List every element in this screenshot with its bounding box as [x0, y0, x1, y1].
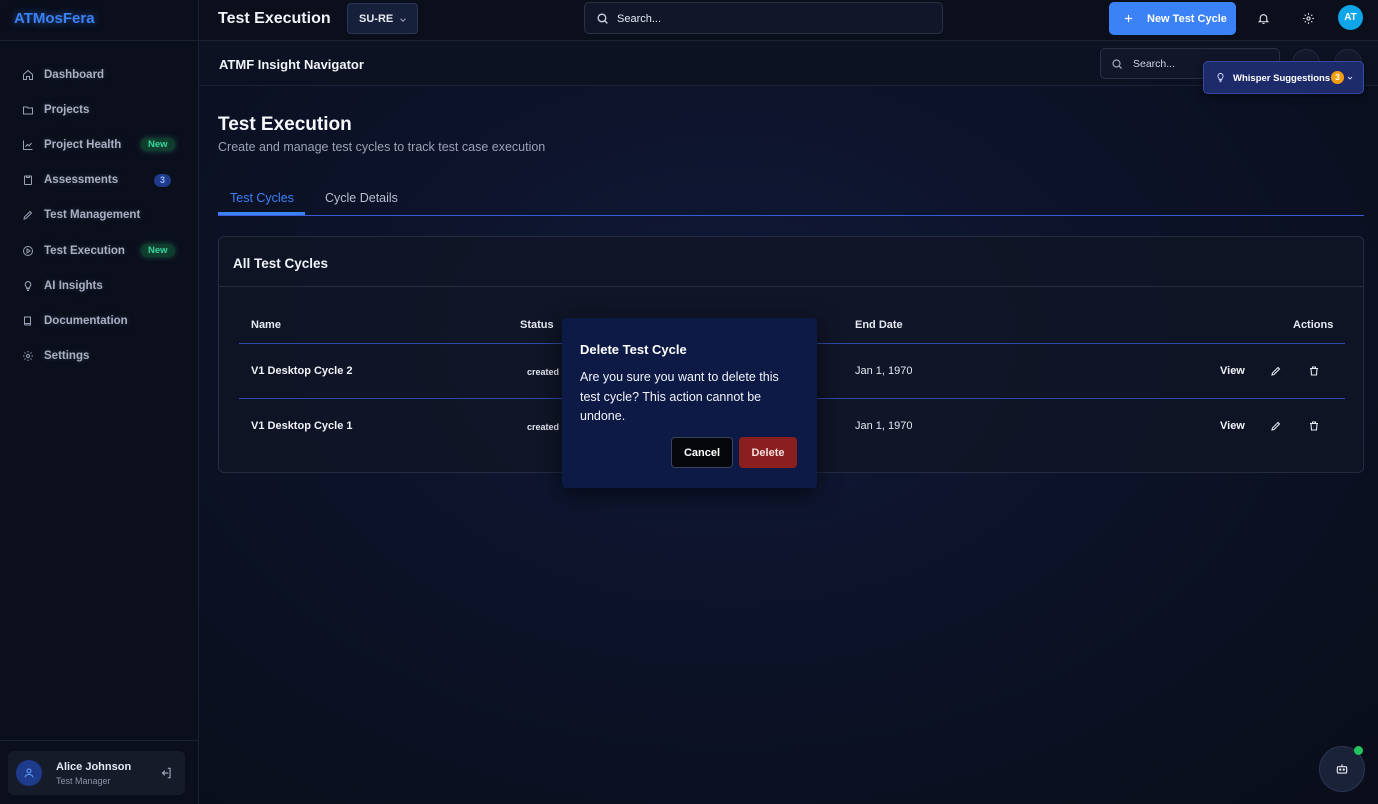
- tab-cycle-details[interactable]: Cycle Details: [325, 191, 398, 205]
- brand-logo[interactable]: ATMosFera: [14, 10, 95, 27]
- new-test-cycle-button[interactable]: New Test Cycle: [1109, 2, 1236, 35]
- column-header-end-date: End Date: [855, 319, 903, 331]
- trash-icon[interactable]: [1308, 365, 1320, 377]
- sidebar-nav: Dashboard Projects Project Health New As…: [0, 57, 199, 374]
- sidebar-item-label: AI Insights: [44, 279, 103, 292]
- column-header-name: Name: [251, 319, 281, 331]
- dialog-message: Are you sure you want to delete this tes…: [580, 370, 779, 423]
- sidebar-item-label: Test Execution: [44, 244, 125, 257]
- dialog-title: Delete Test Cycle: [580, 342, 687, 357]
- logout-icon[interactable]: [159, 766, 173, 780]
- lightbulb-icon: [1215, 72, 1226, 83]
- cycle-name: V1 Desktop Cycle 2: [251, 365, 353, 377]
- home-icon: [22, 69, 34, 81]
- robot-icon: [1335, 762, 1349, 776]
- insight-navigator-bar: ATMF Insight Navigator: [199, 41, 1378, 86]
- sidebar-item-label: Projects: [44, 103, 90, 116]
- delete-button[interactable]: Delete: [739, 437, 797, 468]
- view-button[interactable]: View: [1220, 420, 1245, 432]
- navigator-title: ATMF Insight Navigator: [219, 57, 364, 72]
- sidebar-item-label: Documentation: [44, 314, 128, 327]
- top-bar: Test Execution SU-RE New Test Cycle AT: [199, 0, 1378, 41]
- pen-icon: [22, 209, 34, 221]
- tab-test-cycles[interactable]: Test Cycles: [230, 191, 294, 205]
- sidebar-item-settings[interactable]: Settings: [0, 339, 199, 374]
- trash-icon[interactable]: [1308, 420, 1320, 432]
- end-date: Jan 1, 1970: [855, 420, 913, 432]
- whisper-label: Whisper Suggestions: [1233, 73, 1331, 84]
- new-badge: New: [141, 243, 175, 257]
- count-badge: 3: [1331, 71, 1344, 84]
- new-badge: New: [141, 138, 175, 152]
- divider: [219, 286, 1363, 287]
- folder-icon: [22, 104, 34, 116]
- status-badge: created: [527, 367, 560, 377]
- cancel-button[interactable]: Cancel: [671, 437, 733, 468]
- sidebar-item-label: Test Management: [44, 209, 141, 222]
- view-button[interactable]: View: [1220, 365, 1245, 377]
- sidebar-item-documentation[interactable]: Documentation: [0, 303, 199, 338]
- divider: [0, 40, 199, 41]
- global-search[interactable]: [584, 2, 943, 34]
- sidebar-item-label: Project Health: [44, 138, 122, 151]
- avatar[interactable]: AT: [1338, 5, 1363, 30]
- edit-icon[interactable]: [1270, 420, 1282, 432]
- sidebar-item-projects[interactable]: Projects: [0, 92, 199, 127]
- sidebar: ATMosFera Dashboard Projects Project Hea…: [0, 0, 199, 804]
- bell-icon[interactable]: [1257, 12, 1270, 25]
- chevron-down-icon: [1346, 74, 1354, 82]
- plus-icon: [1123, 13, 1134, 24]
- column-header-status: Status: [520, 319, 554, 331]
- sidebar-item-assessments[interactable]: Assessments 3: [0, 163, 199, 198]
- gear-icon[interactable]: [1302, 12, 1315, 25]
- sidebar-item-dashboard[interactable]: Dashboard: [0, 57, 199, 92]
- project-select[interactable]: SU-RE: [347, 3, 418, 34]
- online-status-indicator: [1354, 746, 1363, 755]
- edit-icon[interactable]: [1270, 365, 1282, 377]
- divider: [0, 740, 199, 741]
- project-select-value: SU-RE: [359, 12, 394, 25]
- search-icon: [1111, 58, 1123, 70]
- sidebar-item-project-health[interactable]: Project Health New: [0, 127, 199, 162]
- clipboard-icon: [22, 174, 34, 186]
- play-circle-icon: [22, 245, 34, 257]
- sidebar-item-label: Assessments: [44, 174, 119, 187]
- sidebar-item-label: Dashboard: [44, 68, 105, 81]
- sidebar-item-ai-insights[interactable]: AI Insights: [0, 268, 199, 303]
- page-subtitle: Create and manage test cycles to track t…: [218, 140, 546, 154]
- user-icon: [23, 767, 35, 779]
- lightbulb-icon: [22, 280, 34, 292]
- sidebar-item-label: Settings: [44, 350, 90, 363]
- page-header-title: Test Execution: [218, 10, 331, 27]
- sidebar-item-test-management[interactable]: Test Management: [0, 198, 199, 233]
- delete-confirmation-dialog: Delete Test Cycle Are you sure you want …: [562, 318, 817, 488]
- avatar: [16, 760, 42, 786]
- search-icon: [596, 12, 609, 25]
- new-test-cycle-label: New Test Cycle: [1147, 12, 1227, 25]
- search-input[interactable]: [617, 9, 917, 29]
- user-role: Test Manager: [56, 776, 111, 786]
- page-title: Test Execution: [218, 114, 352, 135]
- column-header-actions: Actions: [1293, 319, 1334, 331]
- chart-line-icon: [22, 139, 34, 151]
- whisper-suggestions-button[interactable]: Whisper Suggestions 3: [1203, 61, 1364, 94]
- chevron-down-icon: [398, 15, 408, 25]
- sidebar-item-test-execution[interactable]: Test Execution New: [0, 233, 199, 268]
- book-icon: [22, 315, 34, 327]
- end-date: Jan 1, 1970: [855, 365, 913, 377]
- gear-icon: [22, 350, 34, 362]
- count-badge: 3: [154, 173, 171, 187]
- tabs: Test Cycles Cycle Details: [218, 184, 1364, 216]
- active-tab-indicator: [218, 212, 305, 215]
- cycle-name: V1 Desktop Cycle 1: [251, 420, 353, 432]
- status-badge: created: [527, 422, 560, 432]
- user-card[interactable]: Alice Johnson Test Manager: [8, 751, 185, 795]
- card-title: All Test Cycles: [233, 256, 329, 271]
- user-name: Alice Johnson: [56, 761, 132, 773]
